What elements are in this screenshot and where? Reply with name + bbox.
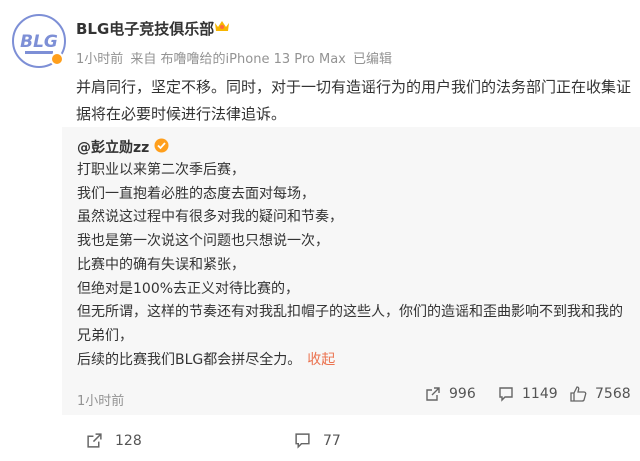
repost-line: 打职业以来第二次季后赛， [77,162,245,178]
collapse-link[interactable]: 收起 [307,352,335,368]
repost-line: 但绝对是100%去正义对待比赛的， [77,280,300,297]
comment-icon [295,433,310,449]
repost-icon [426,387,440,401]
comment-icon [499,387,513,402]
share-count: 128 [115,432,142,449]
post-meta: 1小时前 来自 布噜噜给的iPhone 13 Pro Max 已编辑 [76,48,395,67]
post-time[interactable]: 1小时前 [76,52,123,67]
share-button[interactable]: 128 [86,432,142,449]
repost-share-count: 996 [449,386,476,402]
repost-like-button[interactable]: 7568 [570,386,631,402]
repost-card[interactable]: @彭立勋zz 打职业以来第二次季后赛， 我们一直抱着必胜的态度去面对每场， 虽然… [62,127,640,415]
repost-icon [87,433,102,448]
repost-line: 比赛中的确有失误和紧张， [77,256,245,273]
comment-button[interactable]: 77 [294,432,341,449]
repost-line: 虽然说这过程中有很多对我的疑问和节奏， [77,209,343,226]
repost-line: 但无所谓，这样的节奏还有对我乱扣帽子的这些人，你们的造谣和歪曲影响不到我和我的兄… [77,304,623,344]
repost-line: 我也是第一次说这个问题也只想说一次， [77,233,329,250]
post-source: 来自 布噜噜给的iPhone 13 Pro Max [130,52,346,67]
repost-comment-count: 1149 [522,386,558,402]
thumbs-up-icon [570,386,587,402]
crown-icon [215,21,229,31]
verified-badge-icon [50,52,64,66]
verified-badge-icon [154,138,169,153]
repost-text: 打职业以来第二次季后赛， 我们一直抱着必胜的态度去面对每场， 虽然说这过程中有很… [77,159,635,372]
repost-last-line: 后续的比赛我们BLG都会拼尽全力。 收起 [77,349,635,373]
repost-like-count: 7568 [595,386,631,402]
repost-author[interactable]: @彭立勋zz [77,137,149,157]
repost-share-button[interactable]: 996 [425,386,476,402]
repost-line: 我们一直抱着必胜的态度去面对每场， [77,185,315,202]
post-author-name[interactable]: BLG电子竞技俱乐部 [76,18,214,39]
post-text: 并肩同行，坚定不移。同时，对于一切有造谣行为的用户我们的法务部门正在收集证据将在… [76,78,632,123]
repost-line: 后续的比赛我们BLG都会拼尽全力。 [77,351,302,368]
comment-count: 77 [323,432,341,449]
repost-comment-button[interactable]: 1149 [498,386,558,402]
avatar-logo-text: BLG [20,32,58,52]
repost-time[interactable]: 1小时前 [77,390,124,409]
post-edited-label[interactable]: 已编辑 [353,52,392,67]
